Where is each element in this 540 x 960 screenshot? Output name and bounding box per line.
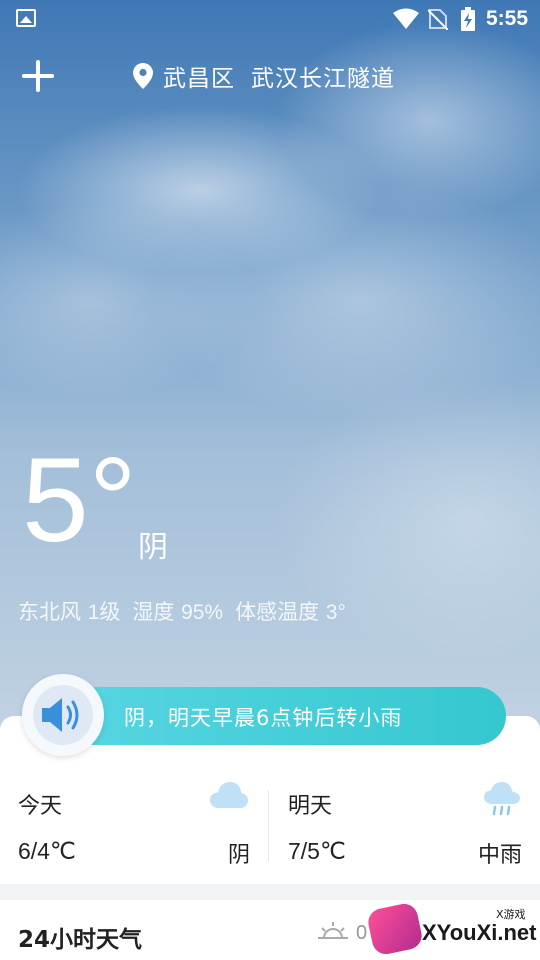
battery-charging-icon: [461, 7, 475, 31]
humidity-info: 湿度 95%: [132, 596, 223, 626]
temperature-range: 7/5℃: [288, 838, 346, 864]
gallery-icon: [16, 9, 36, 27]
hourly-title: 24小时天气: [18, 927, 143, 953]
cloud-icon: [210, 782, 248, 808]
temperature-range: 6/4℃: [18, 838, 76, 864]
add-city-button[interactable]: [22, 60, 54, 92]
voice-broadcast-button[interactable]: [22, 674, 104, 756]
banner-text: 阴，明天早晨6点钟后转小雨: [124, 706, 403, 730]
location-header[interactable]: 武昌区 武汉长江隧道: [133, 60, 395, 92]
forecast-banner[interactable]: 阴，明天早晨6点钟后转小雨: [64, 687, 506, 745]
location-place: 武汉长江隧道: [251, 66, 395, 92]
clock: 5:55: [486, 7, 529, 30]
day-label: 今天: [18, 794, 63, 819]
feels-like-value: 3°: [325, 601, 346, 624]
divider: [268, 790, 269, 862]
current-temperature: 5°: [22, 433, 137, 567]
speaker-icon: [42, 698, 79, 732]
no-sim-icon: [428, 9, 448, 30]
day-condition: 中雨: [477, 843, 522, 868]
weather-details: 东北风 1级 湿度 95% 体感温度 3°: [18, 596, 346, 626]
day-label: 明天: [288, 794, 333, 819]
wind-label: 东北风: [18, 600, 81, 624]
location-pin-icon: [133, 63, 153, 89]
day-condition: 阴: [227, 843, 250, 868]
location-district: 武昌区: [163, 66, 235, 92]
feels-like-label: 体感温度: [235, 600, 320, 624]
humidity-label: 湿度: [132, 600, 175, 624]
sky-background: [0, 0, 540, 760]
status-bar: 5:55: [0, 0, 540, 38]
wifi-icon: [393, 8, 419, 29]
feels-like-info: 体感温度 3°: [235, 596, 346, 626]
rain-cloud-icon: [484, 782, 520, 816]
current-condition: 阴: [138, 530, 168, 565]
wind-info: 东北风 1级: [18, 596, 120, 626]
gamepad-logo-icon: [365, 901, 425, 957]
watermark: X游戏 XYouXi.net: [365, 900, 540, 960]
wind-value: 1级: [87, 601, 121, 624]
humidity-value: 95%: [181, 601, 224, 624]
sunrise-icon: [318, 922, 348, 939]
watermark-text: XYouXi.net: [422, 920, 537, 945]
